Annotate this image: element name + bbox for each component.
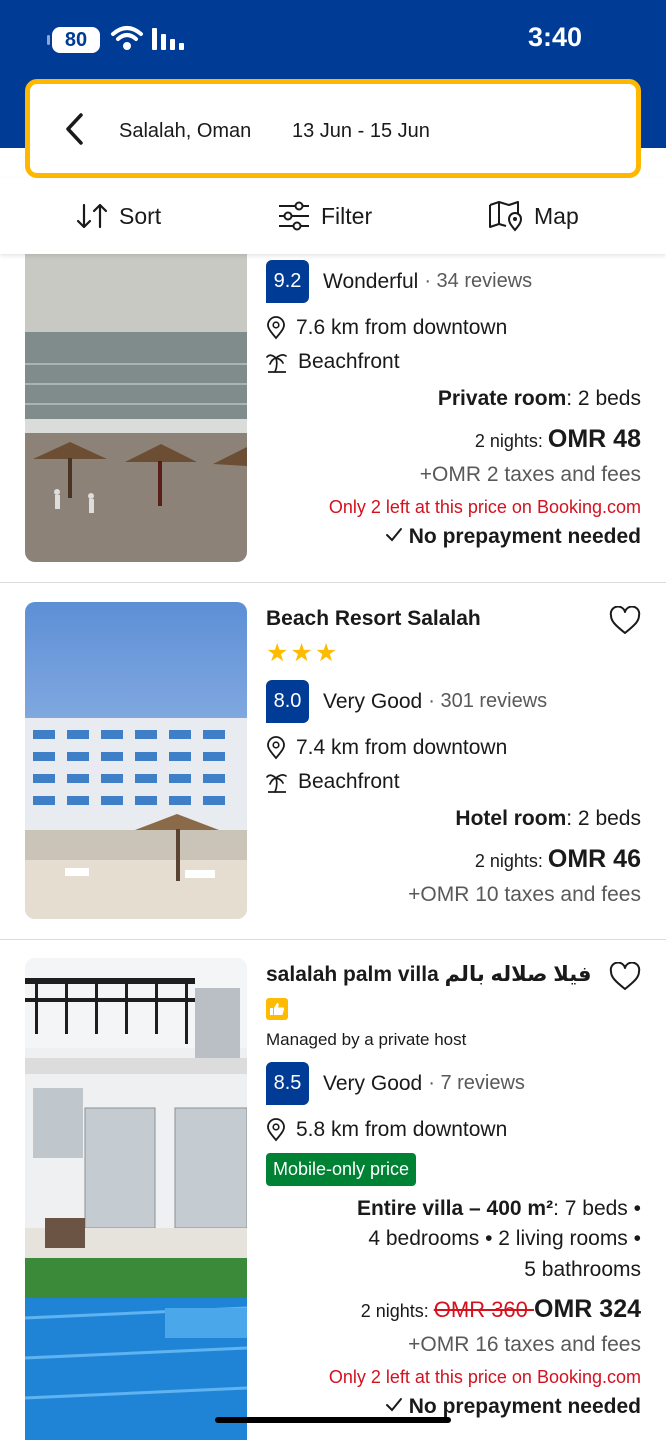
nights-label: 2 nights: [474,431,548,451]
room-info: Private room: 2 beds [266,387,641,415]
back-icon[interactable] [64,112,86,146]
room-details: : 7 beds • [553,1197,641,1220]
palm-tree-icon [266,354,287,373]
filter-button[interactable]: Filter [277,198,372,234]
review-score-label: Very Good [323,1071,423,1095]
price: OMR 46 [547,845,641,873]
review-score: 8.0 [266,680,309,723]
feature-text: Beachfront [298,770,400,793]
review-score-label: Very Good [323,689,423,713]
map-icon [489,201,523,232]
price: OMR 324 [534,1295,641,1323]
feature-text: Beachfront [298,350,400,373]
property-photo[interactable] [25,602,247,919]
taxes-text: +OMR 10 taxes and fees [408,883,641,906]
heart-icon[interactable] [609,962,641,992]
scarcity-message: Only 2 left at this price on Booking.com [328,1367,641,1387]
price: OMR 48 [547,425,641,453]
room-type: Private room [437,387,567,410]
map-button[interactable]: Map [488,198,579,234]
sort-label: Sort [119,202,162,229]
nights-label: 2 nights: [360,1301,434,1321]
property-card[interactable]: Beach Resort Salalah ★★★ 8.0 Very Good ·… [0,584,666,940]
battery-indicator: 80 [47,27,100,53]
taxes-text: +OMR 16 taxes and fees [408,1333,641,1356]
price-line: 2 nights: OMR 46 [266,845,641,877]
review-score: 8.5 [266,1062,309,1105]
original-price: OMR 360 [433,1297,535,1322]
location-pin-icon [267,1118,285,1142]
review-count: · 301 reviews [428,690,548,712]
filter-label: Filter [321,202,373,229]
taxes-text: +OMR 2 taxes and fees [419,463,641,486]
room-type: Entire villa – 400 m² [356,1197,554,1220]
room-details: : 2 beds [566,807,641,830]
sort-button[interactable]: Sort [75,198,161,234]
property-name[interactable]: salalah palm villa فيلا صلاله بالم [266,962,592,987]
filter-icon [279,201,309,231]
map-label: Map [534,202,579,229]
nights-label: 2 nights: [474,851,548,871]
signal-icon [152,28,184,50]
checkmark-icon [385,1398,402,1412]
room-type: Hotel room [455,807,567,830]
star-rating: ★★★ [266,639,340,667]
results-toolbar: Sort Filter Map [0,178,666,254]
host-type: Managed by a private host [266,1030,467,1049]
prepayment-line: No prepayment needed [266,525,641,551]
prepayment-text: No prepayment needed [408,1395,641,1418]
status-time: 3:40 [527,22,582,52]
status-bar: 80 3:40 [0,0,666,80]
property-name[interactable]: Beach Resort Salalah [266,607,481,631]
search-summary[interactable]: Salalah, Oman 13 Jun - 15 Jun [25,79,641,178]
wifi-icon [111,26,143,50]
property-card[interactable]: 9.2 Wonderful · 34 reviews 7.6 km from d… [0,254,666,583]
property-photo[interactable] [25,254,247,562]
property-card[interactable]: salalah palm villa فيلا صلاله بالم Manag… [0,940,666,1440]
price-line: 2 nights: OMR 360 OMR 324 [266,1295,641,1329]
palm-tree-icon [266,774,287,793]
distance-text: 7.4 km from downtown [296,736,508,759]
review-score-label: Wonderful [323,269,419,293]
heart-icon[interactable] [609,606,641,636]
prepayment-text: No prepayment needed [408,525,641,548]
home-indicator[interactable] [215,1417,451,1423]
room-info: Hotel room: 2 beds [266,807,641,835]
room-details: : 2 beds [566,387,641,410]
price-line: 2 nights: OMR 48 [266,425,641,457]
review-count: · 34 reviews [424,270,533,292]
location-pin-icon [267,736,285,760]
search-dates[interactable]: 13 Jun - 15 Jun [292,120,430,143]
property-photo[interactable] [25,958,247,1440]
distance-text: 5.8 km from downtown [296,1118,508,1141]
room-details-line: 5 bathrooms [524,1258,641,1281]
thumbs-up-icon [266,998,288,1020]
search-destination[interactable]: Salalah, Oman [119,120,251,143]
review-count: · 7 reviews [428,1072,525,1094]
sort-icon [76,203,108,229]
location-pin-icon [267,316,285,340]
checkmark-icon [385,528,402,542]
property-list: 9.2 Wonderful · 34 reviews 7.6 km from d… [0,254,666,1440]
scarcity-message: Only 2 left at this price on Booking.com [328,497,641,517]
distance-text: 7.6 km from downtown [296,316,508,339]
mobile-only-badge: Mobile-only price [266,1153,417,1186]
review-score: 9.2 [266,260,309,303]
room-info: Entire villa – 400 m²: 7 beds • [266,1197,641,1227]
room-details-line: 4 bedrooms • 2 living rooms • [368,1227,641,1250]
